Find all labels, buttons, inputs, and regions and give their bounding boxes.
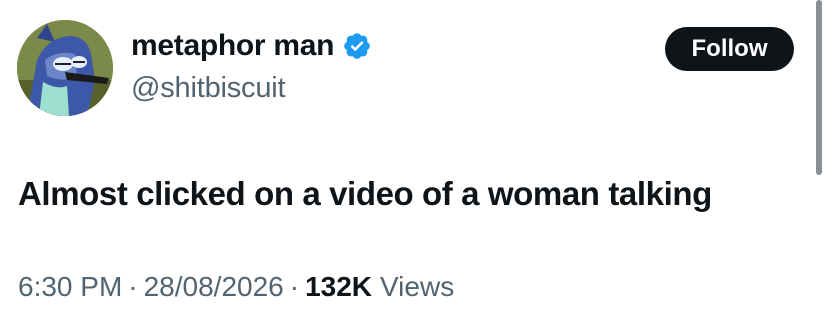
tweet-date[interactable]: 28/08/2026 xyxy=(144,268,284,306)
display-name[interactable]: metaphor man xyxy=(131,26,334,66)
tweet-time[interactable]: 6:30 PM xyxy=(18,268,122,306)
scrollbar[interactable] xyxy=(816,0,822,175)
views-label[interactable]: Views xyxy=(380,268,454,306)
tweet-card: metaphor man @shitbiscuit Follow Almost … xyxy=(0,0,828,328)
meta-separator: · xyxy=(289,271,300,302)
avatar[interactable] xyxy=(17,20,113,116)
author-handle[interactable]: @shitbiscuit xyxy=(131,68,372,108)
name-row: metaphor man xyxy=(131,26,372,66)
avatar-image xyxy=(17,20,113,116)
author-block: metaphor man @shitbiscuit xyxy=(131,26,372,108)
follow-button[interactable]: Follow xyxy=(665,27,794,71)
tweet-meta: 6:30 PM · 28/08/2026 · 132K Views xyxy=(18,268,454,306)
verified-badge-icon[interactable] xyxy=(342,31,372,61)
views-count[interactable]: 132K xyxy=(305,268,372,306)
tweet-text: Almost clicked on a video of a woman tal… xyxy=(18,175,712,212)
meta-separator: · xyxy=(128,271,138,302)
